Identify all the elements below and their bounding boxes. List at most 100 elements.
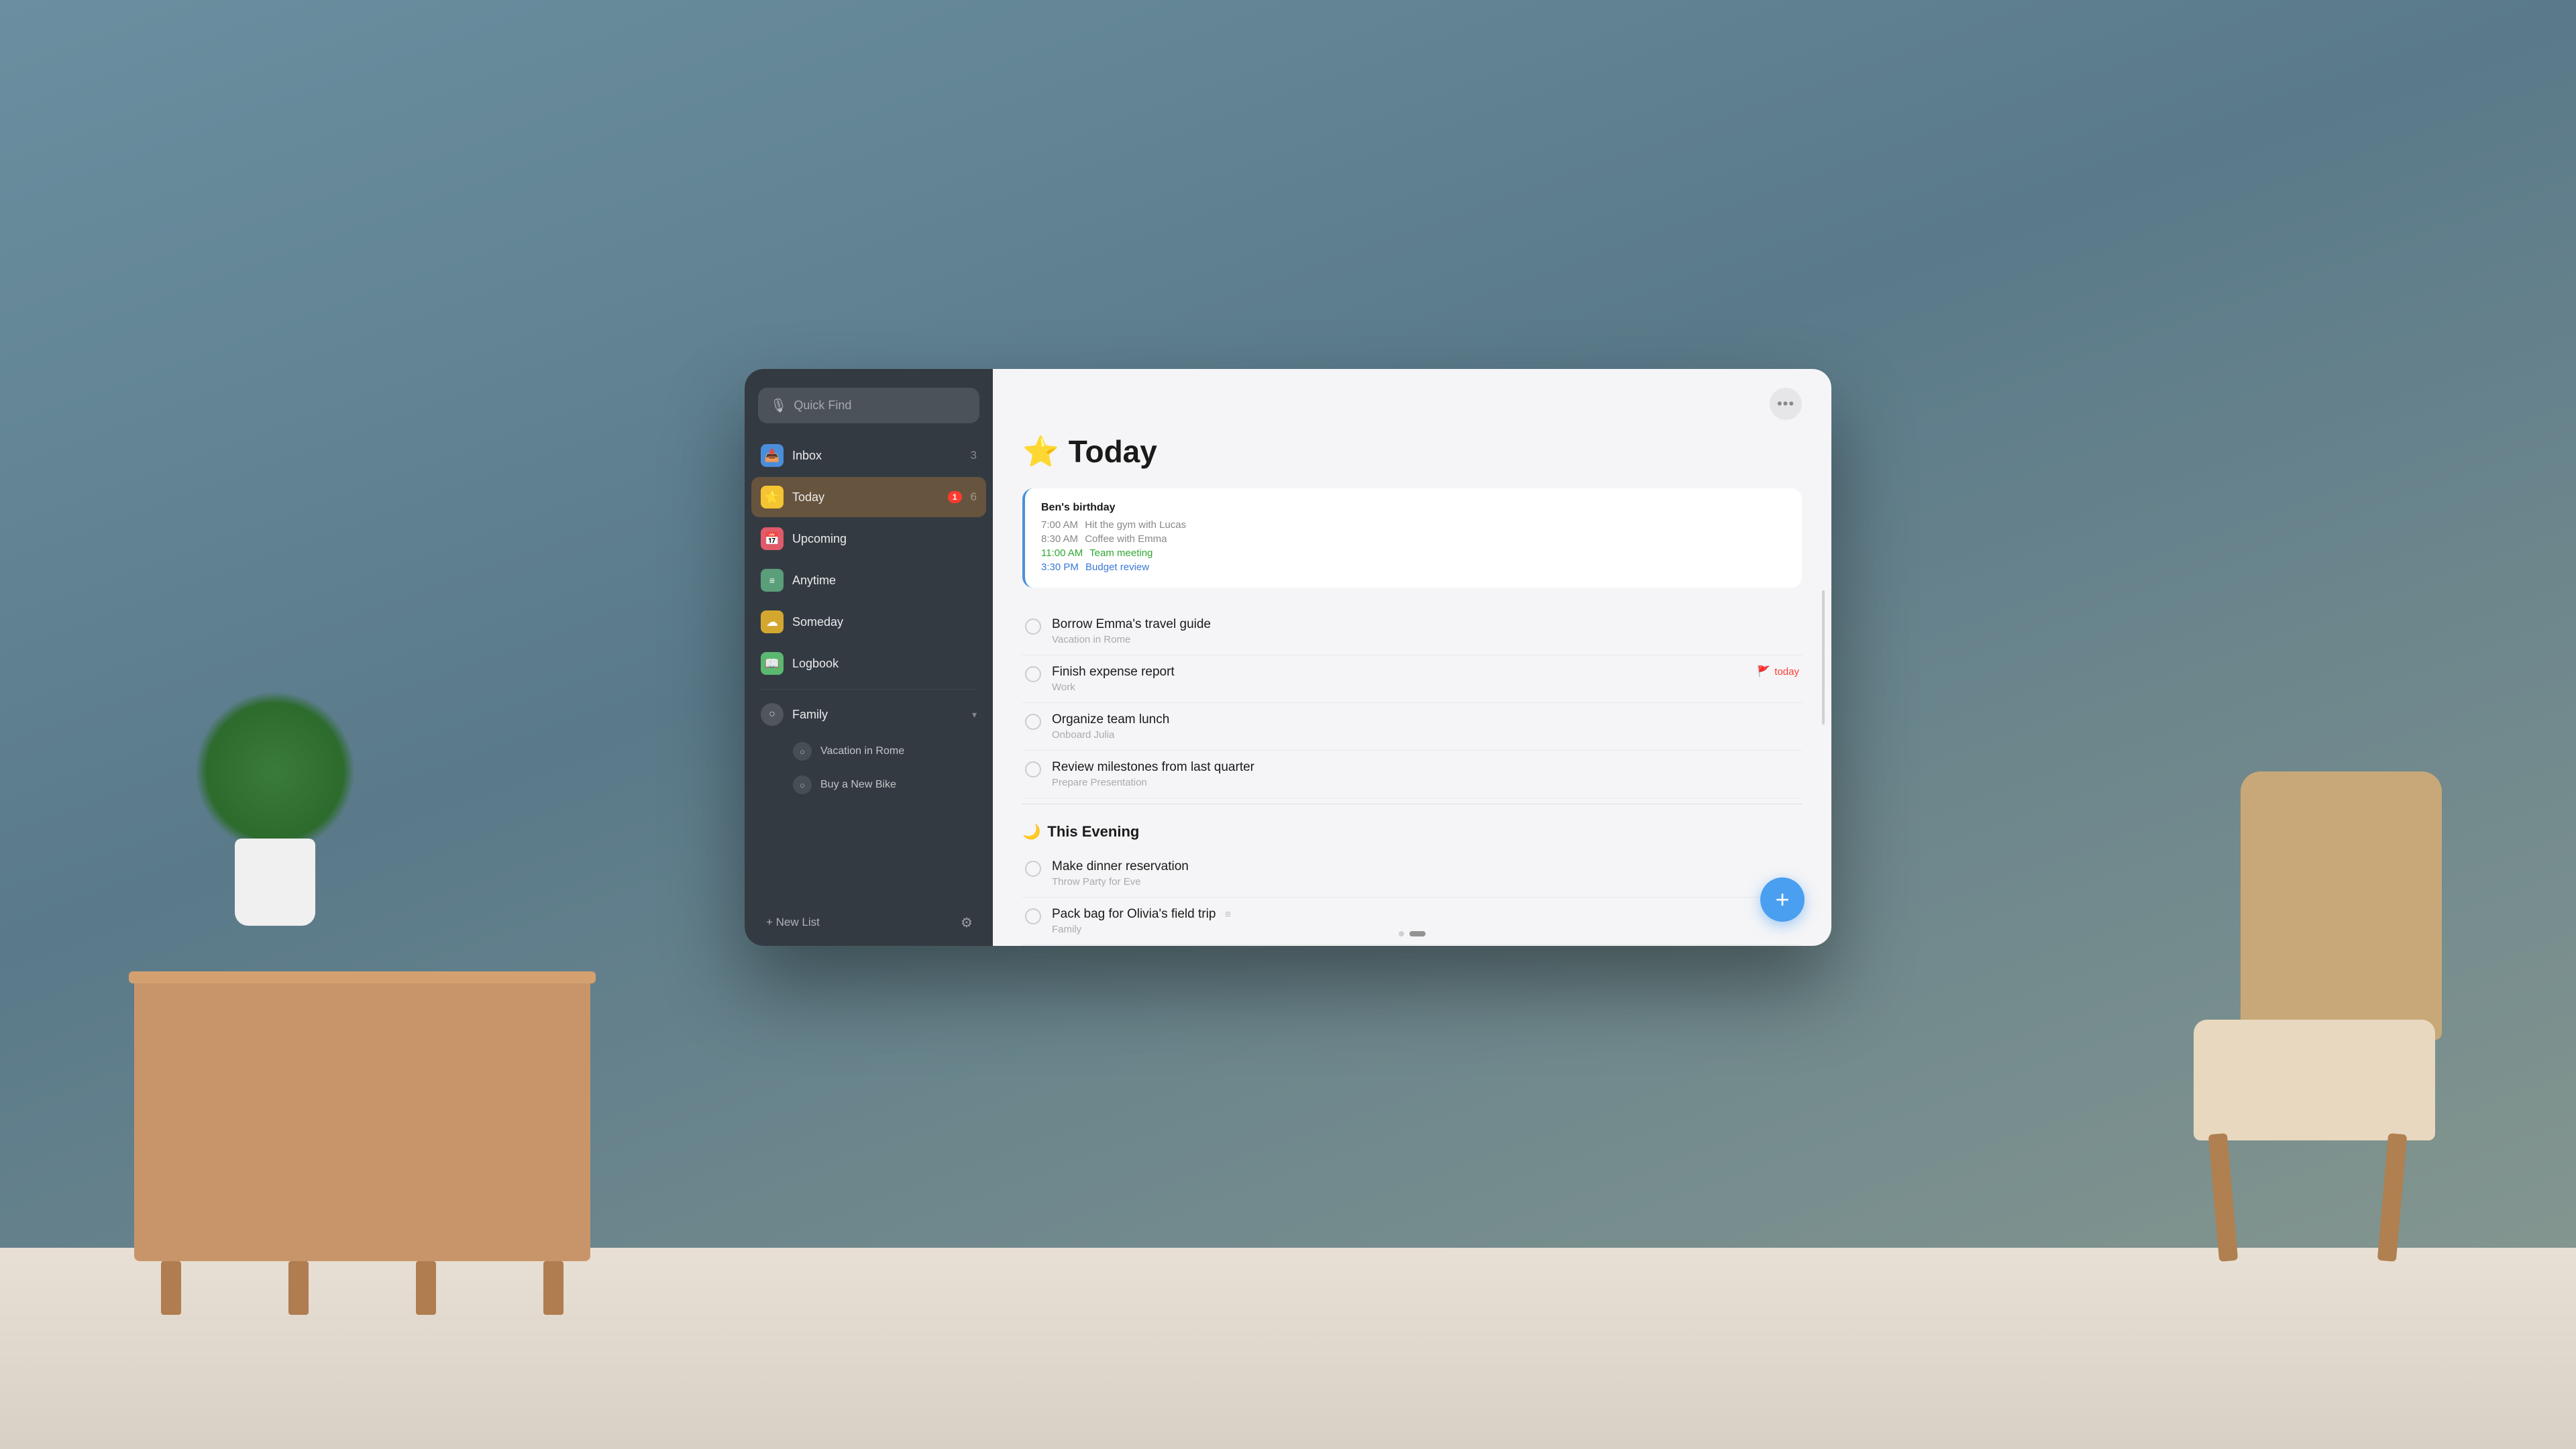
task-text-1: Finish expense report Work — [1052, 665, 1746, 693]
separator — [761, 689, 977, 690]
anytime-icon: ≡ — [761, 569, 784, 592]
task-subtitle-0: Vacation in Rome — [1052, 634, 1799, 645]
sidebar-item-upcoming-label: Upcoming — [792, 532, 977, 546]
scrollbar[interactable] — [1822, 590, 1825, 724]
task-subtitle-e1: Family — [1052, 924, 1799, 935]
family-group-icon: ○ — [761, 703, 784, 726]
event-text-3: Budget review — [1085, 561, 1149, 573]
flag-icon: 🚩 — [1757, 665, 1770, 678]
upcoming-icon: 📅 — [761, 527, 784, 550]
scroll-dots — [1399, 931, 1426, 936]
task-subtitle-e0: Throw Party for Eve — [1052, 876, 1799, 888]
page-title-row: ⭐ Today — [1022, 433, 1802, 470]
note-icon: ≡ — [1225, 909, 1231, 920]
main-content: ••• ⭐ Today Ben's birthday 7:00 AM Hit t… — [993, 369, 1831, 946]
add-task-button[interactable]: + — [1760, 877, 1805, 922]
task-checkbox-3[interactable] — [1025, 761, 1041, 777]
nav-section: 📥 Inbox 3 ⭐ Today 1 6 📅 Upcoming ≡ Anyti… — [745, 435, 993, 899]
task-title-e1: Pack bag for Olivia's field trip ≡ — [1052, 907, 1799, 922]
task-checkbox-e1[interactable] — [1025, 908, 1041, 924]
more-options-button[interactable]: ••• — [1770, 388, 1802, 420]
task-item-borrow-guide: Borrow Emma's travel guide Vacation in R… — [1022, 608, 1802, 655]
task-item-expense-report: Finish expense report Work 🚩 today — [1022, 655, 1802, 703]
task-title-3: Review milestones from last quarter — [1052, 760, 1799, 775]
content-scroll[interactable]: ⭐ Today Ben's birthday 7:00 AM Hit the g… — [993, 427, 1831, 946]
task-text-e0: Make dinner reservation Throw Party for … — [1052, 859, 1799, 888]
task-item-dinner: Make dinner reservation Throw Party for … — [1022, 850, 1802, 898]
task-title-e0: Make dinner reservation — [1052, 859, 1799, 874]
calendar-birthday: Ben's birthday — [1041, 502, 1786, 514]
vacation-icon: ○ — [793, 742, 812, 761]
time-2: 11:00 AM — [1041, 547, 1083, 559]
sidebar-item-logbook-label: Logbook — [792, 657, 977, 671]
task-title-0: Borrow Emma's travel guide — [1052, 617, 1799, 632]
calendar-event-1: 8:30 AM Coffee with Emma — [1041, 532, 1786, 546]
event-text-1: Coffee with Emma — [1085, 533, 1167, 545]
settings-button[interactable]: ⚙ — [954, 910, 979, 935]
calendar-card: Ben's birthday 7:00 AM Hit the gym with … — [1022, 488, 1802, 588]
task-title-1: Finish expense report — [1052, 665, 1746, 680]
task-subtitle-2: Onboard Julia — [1052, 729, 1799, 741]
today-title-icon: ⭐ — [1022, 434, 1059, 469]
task-checkbox-2[interactable] — [1025, 714, 1041, 730]
task-subtitle-3: Prepare Presentation — [1052, 777, 1799, 788]
sidebar-group-family[interactable]: ○ Family ▾ — [751, 695, 986, 734]
app-window: 🎙 Quick Find 📥 Inbox 3 ⭐ Today 1 6 📅 Upc… — [745, 369, 1831, 946]
task-checkbox-1[interactable] — [1025, 666, 1041, 682]
dot-1 — [1409, 931, 1426, 936]
task-checkbox-0[interactable] — [1025, 619, 1041, 635]
sidebar-item-someday-label: Someday — [792, 615, 977, 629]
sidebar-footer: + New List ⚙ — [745, 899, 993, 946]
time-3: 3:30 PM — [1041, 561, 1079, 573]
fab-icon: + — [1775, 888, 1789, 912]
time-0: 7:00 AM — [1041, 519, 1078, 531]
calendar-event-2: 11:00 AM Team meeting — [1041, 546, 1786, 560]
sidebar-item-today[interactable]: ⭐ Today 1 6 — [751, 477, 986, 517]
search-bar[interactable]: 🎙 Quick Find — [758, 388, 979, 423]
task-text-0: Borrow Emma's travel guide Vacation in R… — [1052, 617, 1799, 645]
sidebar-item-inbox[interactable]: 📥 Inbox 3 — [751, 435, 986, 476]
task-checkbox-e0[interactable] — [1025, 861, 1041, 877]
sidebar-item-anytime-label: Anytime — [792, 574, 977, 588]
someday-icon: ☁ — [761, 610, 784, 633]
sidebar: 🎙 Quick Find 📥 Inbox 3 ⭐ Today 1 6 📅 Upc… — [745, 369, 993, 946]
task-badge-today: 🚩 today — [1757, 665, 1799, 678]
time-1: 8:30 AM — [1041, 533, 1078, 545]
evening-section-header: 🌙 This Evening — [1022, 804, 1802, 850]
badge-label: today — [1774, 666, 1799, 678]
dresser — [134, 979, 590, 1261]
task-text-3: Review milestones from last quarter Prep… — [1052, 760, 1799, 788]
sidebar-item-inbox-label: Inbox — [792, 449, 962, 463]
moon-icon: 🌙 — [1022, 823, 1040, 841]
task-subtitle-1: Work — [1052, 682, 1746, 693]
task-title-2: Organize team lunch — [1052, 712, 1799, 727]
settings-icon: ⚙ — [961, 914, 973, 931]
sidebar-item-upcoming[interactable]: 📅 Upcoming — [751, 519, 986, 559]
inbox-icon: 📥 — [761, 444, 784, 467]
calendar-event-3: 3:30 PM Budget review — [1041, 560, 1786, 574]
main-header: ••• — [993, 369, 1831, 427]
sidebar-item-bike-label: Buy a New Bike — [820, 779, 896, 791]
sidebar-item-anytime[interactable]: ≡ Anytime — [751, 560, 986, 600]
new-list-label: + New List — [766, 916, 820, 929]
chevron-down-icon: ▾ — [972, 709, 977, 720]
sidebar-item-buy-a-new-bike[interactable]: ○ Buy a New Bike — [751, 769, 986, 801]
task-item-organize-lunch: Organize team lunch Onboard Julia — [1022, 703, 1802, 751]
event-text-0: Hit the gym with Lucas — [1085, 519, 1186, 531]
sidebar-item-someday[interactable]: ☁ Someday — [751, 602, 986, 642]
sidebar-item-vacation-in-rome[interactable]: ○ Vacation in Rome — [751, 735, 986, 767]
today-count: 6 — [971, 490, 977, 504]
calendar-event-0: 7:00 AM Hit the gym with Lucas — [1041, 518, 1786, 532]
evening-section-title: This Evening — [1047, 823, 1139, 841]
plant-leaves — [195, 691, 356, 852]
task-item-pack-bag: Pack bag for Olivia's field trip ≡ Famil… — [1022, 898, 1802, 945]
new-list-button[interactable]: + New List — [758, 910, 946, 934]
task-text-e1: Pack bag for Olivia's field trip ≡ Famil… — [1052, 907, 1799, 935]
sidebar-item-logbook[interactable]: 📖 Logbook — [751, 643, 986, 684]
task-item-review-milestones: Review milestones from last quarter Prep… — [1022, 751, 1802, 798]
sidebar-item-today-label: Today — [792, 490, 939, 504]
more-icon: ••• — [1777, 395, 1794, 413]
chair — [2174, 859, 2455, 1261]
today-icon: ⭐ — [761, 486, 784, 508]
dot-0 — [1399, 931, 1404, 936]
